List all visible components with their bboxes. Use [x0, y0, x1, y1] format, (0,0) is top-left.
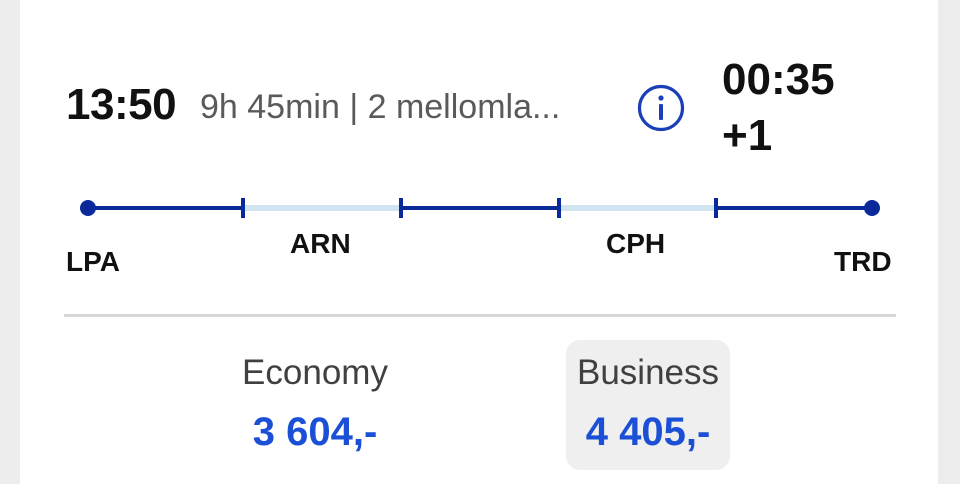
fare-option-business[interactable]: Business 4 405,-: [566, 340, 730, 470]
fare-class-label: Economy: [242, 353, 388, 392]
destination-dot: [864, 200, 880, 216]
fare-price: 3 604,-: [252, 410, 378, 454]
stop-code-2: CPH: [606, 228, 666, 259]
fare-price: 4 405,-: [585, 410, 711, 454]
origin-dot: [80, 200, 96, 216]
destination-code: TRD: [834, 246, 892, 277]
fare-class-label: Business: [576, 353, 720, 392]
divider: [64, 314, 896, 317]
route-timeline: [80, 198, 880, 218]
fare-option-economy[interactable]: Economy 3 604,-: [220, 340, 410, 470]
stop-code-1: ARN: [290, 228, 351, 259]
origin-code: LPA: [66, 246, 120, 277]
